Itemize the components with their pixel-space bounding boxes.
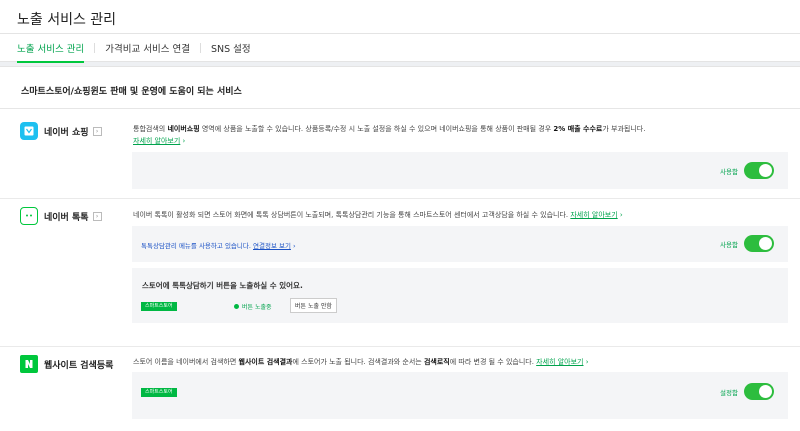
service-name: 네이버 톡톡	[44, 212, 89, 223]
service-description: 통합검색의 네이버쇼핑 영역에 상품을 노출할 수 있습니다. 상품등록/수정 …	[133, 125, 646, 145]
toggle-status: 사용함	[720, 167, 738, 176]
service-description: 네이버 톡톡이 활성화 되면 스토어 화면에 톡톡 상담버튼이 노출되며, 톡톡…	[133, 211, 623, 219]
radio-button-shown[interactable]: 버튼 노출중	[234, 302, 272, 311]
button-settings-panel	[132, 268, 788, 323]
section-title: 스마트스토어/쇼핑윈도 판매 및 운영에 도움이 되는 서비스	[21, 87, 242, 97]
radio-selected-icon	[234, 304, 239, 309]
store-tag: 스마트스토어	[141, 302, 177, 311]
learn-more-link[interactable]: 자세히 알아보기 ›	[133, 137, 185, 145]
section-gap	[0, 62, 800, 67]
shopping-bag-icon	[20, 122, 38, 140]
divider	[0, 346, 800, 347]
service-name: 네이버 쇼핑	[44, 127, 89, 138]
shopping-toggle[interactable]	[743, 162, 774, 179]
settings-panel	[132, 372, 788, 419]
divider	[0, 198, 800, 199]
talktalk-notice: 톡톡상담관리 메뉴를 사용하고 있습니다. 연결정보 보기 ›	[141, 242, 296, 250]
connection-info-link[interactable]: 연결정보 보기	[253, 242, 291, 250]
service-website-registration: 웹사이트 검색등록	[20, 355, 113, 373]
settings-panel	[132, 152, 788, 189]
talktalk-toggle[interactable]	[743, 235, 774, 252]
website-toggle-group: 설정함	[720, 383, 774, 400]
tab-divider	[94, 43, 96, 53]
divider	[0, 108, 800, 109]
service-description: 스토어 이름을 네이버에서 검색하면 웹사이트 검색결과에 스토어가 노출 됩니…	[133, 358, 589, 366]
button-question: 스토어에 톡톡상담하기 버튼을 노출하실 수 있어요.	[142, 281, 303, 290]
chevron-right-icon[interactable]: ›	[92, 211, 102, 221]
service-naver-shopping: 네이버 쇼핑 ›	[20, 122, 102, 140]
learn-more-link[interactable]: 자세히 알아보기 ›	[536, 358, 588, 366]
toggle-status: 사용함	[720, 240, 738, 249]
tab-divider	[199, 43, 201, 53]
naver-n-icon	[20, 355, 38, 373]
button-hide-option[interactable]: 버튼 노출 안함	[290, 298, 337, 313]
service-name: 웹사이트 검색등록	[44, 360, 114, 371]
chat-bubble-icon	[20, 207, 38, 225]
talktalk-toggle-group: 사용함	[720, 235, 774, 252]
learn-more-link[interactable]: 자세히 알아보기 ›	[570, 211, 622, 219]
website-toggle[interactable]	[743, 383, 774, 400]
service-naver-talktalk: 네이버 톡톡 ›	[20, 207, 102, 225]
toggle-status: 설정함	[720, 388, 738, 397]
store-tag: 스마트스토어	[141, 388, 177, 397]
tab-bar: 노출 서비스 관리 가격비교 서비스 연결 SNS 설정	[0, 34, 800, 63]
tab-sns-settings[interactable]: SNS 설정	[211, 34, 251, 62]
chevron-right-icon[interactable]: ›	[92, 126, 102, 136]
page-title: 노출 서비스 관리	[0, 0, 800, 34]
tab-exposure-services[interactable]: 노출 서비스 관리	[17, 34, 85, 63]
shopping-toggle-group: 사용함	[720, 162, 774, 179]
tab-price-comparison[interactable]: 가격비교 서비스 연결	[105, 34, 190, 62]
